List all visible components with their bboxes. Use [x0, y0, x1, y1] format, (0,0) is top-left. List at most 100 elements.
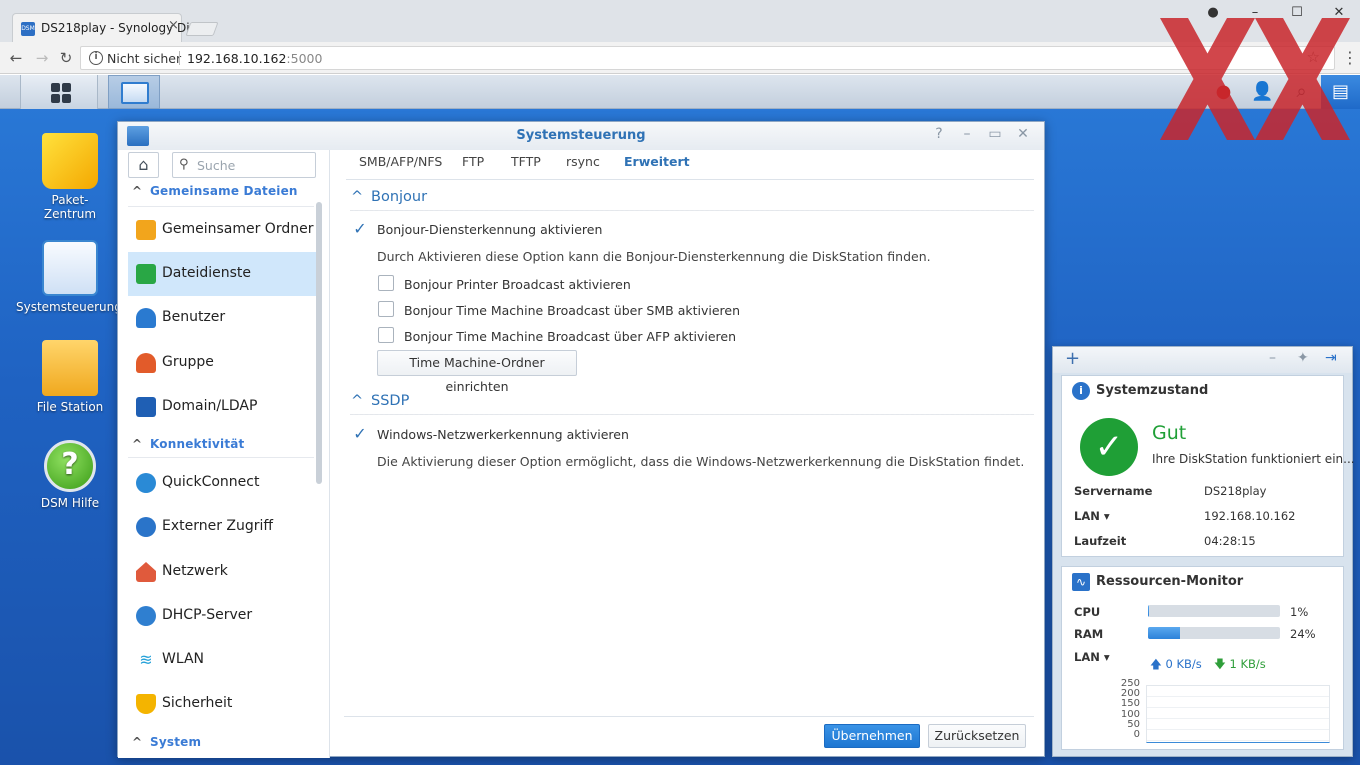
- window-titlebar[interactable]: Systemsteuerung ? – ▭ ✕: [118, 122, 1044, 150]
- ssdp-description: Die Aktivierung dieser Option ermöglicht…: [377, 454, 1025, 469]
- bonjour-tm-smb-checkbox[interactable]: [378, 301, 394, 317]
- notification-icon[interactable]: ●: [1204, 75, 1243, 109]
- profile-icon[interactable]: ●: [1192, 0, 1234, 28]
- browser-menu-icon[interactable]: ⋮: [1342, 48, 1358, 67]
- info-icon[interactable]: i: [89, 51, 103, 65]
- ram-bar: [1148, 627, 1280, 639]
- close-icon[interactable]: ✕: [1012, 126, 1034, 142]
- sidebar-item-externer-zugriff[interactable]: Externer Zugriff: [128, 505, 316, 549]
- minimize-icon[interactable]: –: [1234, 0, 1276, 28]
- sidebar-item-dhcp-server[interactable]: DHCP-Server: [128, 594, 316, 638]
- maximize-icon[interactable]: ☐: [1276, 0, 1318, 28]
- ram-percent: 24%: [1290, 627, 1316, 641]
- sidebar-item-gruppe[interactable]: Gruppe: [128, 341, 316, 385]
- ssdp-enable-label[interactable]: Windows-Netzwerkerkennung aktivieren: [377, 427, 629, 442]
- tab-tftp[interactable]: TFTP: [511, 154, 541, 169]
- app-grid-icon: [51, 83, 71, 103]
- bonjour-tm-afp-label[interactable]: Bonjour Time Machine Broadcast über AFP …: [404, 329, 736, 344]
- section-header-files[interactable]: ^ Gemeinsame Dateien: [132, 184, 298, 198]
- desktop-icon-paket-zentrum[interactable]: Paket- Zentrum: [20, 133, 120, 221]
- search-icon[interactable]: ⌕: [1282, 75, 1321, 109]
- group-header-ssdp[interactable]: ^ SSDP: [351, 393, 409, 409]
- group-title: SSDP: [371, 393, 410, 409]
- section-label: System: [150, 735, 202, 749]
- desktop-icon-systemsteuerung[interactable]: Systemsteuerung: [16, 240, 122, 314]
- time-machine-folder-button[interactable]: Time Machine-Ordner einrichten: [377, 350, 577, 394]
- pin-icon[interactable]: ✦: [1297, 350, 1309, 366]
- section-header-system[interactable]: ^ System: [132, 735, 201, 749]
- sidebar-item-netzwerk[interactable]: Netzwerk: [128, 550, 316, 594]
- ssdp-enable-checkbox[interactable]: ✓: [352, 426, 368, 442]
- sidebar-item-gemeinsamer-ordner[interactable]: Gemeinsamer Ordner: [128, 208, 316, 252]
- widget-title: Ressourcen-Monitor: [1096, 574, 1244, 589]
- tab-close-icon[interactable]: ×: [168, 18, 179, 33]
- sidebar-item-sicherheit[interactable]: Sicherheit: [128, 682, 316, 726]
- sidebar-scrollbar[interactable]: [316, 202, 322, 484]
- home-icon[interactable]: ⌂: [128, 152, 159, 178]
- sidebar-item-dateidienste[interactable]: Dateidienste: [128, 252, 316, 296]
- ram-bar-fill: [1148, 627, 1180, 639]
- new-tab-button[interactable]: [185, 22, 219, 36]
- info-value: 04:28:15: [1204, 534, 1256, 548]
- globe-icon: [136, 517, 156, 537]
- tab-ftp[interactable]: FTP: [462, 154, 484, 169]
- browser-tab-strip: DSM DS218play - Synology Di × ● – ☐ ✕: [0, 0, 1360, 42]
- url-text[interactable]: 192.168.10.162:5000: [187, 51, 322, 66]
- main-menu-button[interactable]: [20, 75, 98, 109]
- cpu-label: CPU: [1074, 605, 1101, 619]
- sidebar-item-label: Benutzer: [162, 309, 226, 325]
- security-status[interactable]: Nicht sicher: [107, 51, 181, 66]
- section-header-connectivity[interactable]: ^ Konnektivität: [132, 437, 245, 451]
- reload-icon[interactable]: ↻: [56, 48, 76, 68]
- browser-tab[interactable]: DSM DS218play - Synology Di ×: [12, 13, 190, 42]
- widget-panel: + – ✦ ⇥ i Systemzustand ✓ Gut Ihre DiskS…: [1052, 346, 1355, 757]
- group-header-bonjour[interactable]: ^ Bonjour: [351, 189, 427, 205]
- tab-rsync[interactable]: rsync: [566, 154, 600, 169]
- system-health-widget: i Systemzustand ✓ Gut Ihre DiskStation f…: [1061, 375, 1355, 557]
- user-icon[interactable]: 👤: [1243, 75, 1282, 109]
- close-icon[interactable]: ✕: [1318, 0, 1360, 28]
- sidebar-item-label: DHCP-Server: [162, 607, 253, 623]
- maximize-icon[interactable]: ▭: [984, 126, 1006, 142]
- minimize-icon[interactable]: –: [1269, 350, 1276, 366]
- desktop-icon-file-station[interactable]: File Station: [20, 340, 120, 414]
- taskbar-control-panel-button[interactable]: [108, 75, 160, 109]
- collapse-panel-icon[interactable]: ⇥: [1325, 350, 1337, 366]
- bonjour-enable-checkbox[interactable]: ✓: [352, 221, 368, 237]
- help-icon: ?: [44, 440, 96, 492]
- cpu-bar: [1148, 605, 1280, 617]
- sidebar-item-domain-ldap[interactable]: Domain/LDAP: [128, 385, 316, 429]
- reset-button[interactable]: Zurücksetzen: [928, 724, 1026, 748]
- address-bar-row: ← → ↻ i Nicht sicher 192.168.10.162:5000…: [0, 42, 1360, 74]
- bonjour-enable-label[interactable]: Bonjour-Diensterkennung aktivieren: [377, 222, 602, 237]
- tab-smb-afp-nfs[interactable]: SMB/AFP/NFS: [359, 154, 442, 169]
- add-widget-icon[interactable]: +: [1065, 348, 1080, 369]
- bonjour-tm-smb-label[interactable]: Bonjour Time Machine Broadcast über SMB …: [404, 303, 740, 318]
- desktop-icon-dsm-hilfe[interactable]: ? DSM Hilfe: [20, 440, 120, 510]
- bonjour-printer-checkbox[interactable]: [378, 275, 394, 291]
- info-key: Servername: [1074, 484, 1153, 498]
- sidebar-item-quickconnect[interactable]: QuickConnect: [128, 461, 316, 505]
- search-input[interactable]: ⚲ Suche: [172, 152, 316, 178]
- apply-button[interactable]: Übernehmen: [824, 724, 920, 748]
- cpu-bar-fill: [1148, 605, 1150, 617]
- lan-dropdown[interactable]: LAN ▾: [1074, 650, 1110, 664]
- dsm-favicon-icon: DSM: [21, 22, 35, 36]
- network-graph: [1146, 685, 1330, 743]
- bookmark-star-icon[interactable]: ☆: [1307, 48, 1320, 66]
- forward-icon[interactable]: →: [32, 48, 52, 68]
- omnibox[interactable]: i Nicht sicher 192.168.10.162:5000 ☆: [80, 46, 1335, 70]
- back-icon[interactable]: ←: [6, 48, 26, 68]
- lan-dropdown[interactable]: LAN ▾: [1074, 509, 1110, 523]
- bonjour-printer-label[interactable]: Bonjour Printer Broadcast aktivieren: [404, 277, 631, 292]
- minimize-icon[interactable]: –: [956, 126, 978, 142]
- search-placeholder: Suche: [197, 158, 236, 173]
- widgets-icon[interactable]: ▤: [1321, 75, 1360, 109]
- network-house-icon: [136, 562, 156, 582]
- desktop-icon-label: Systemsteuerung: [16, 300, 122, 314]
- bonjour-tm-afp-checkbox[interactable]: [378, 327, 394, 343]
- tab-erweitert[interactable]: Erweitert: [624, 154, 690, 169]
- sidebar-item-benutzer[interactable]: Benutzer: [128, 296, 316, 340]
- sidebar-item-wlan[interactable]: ≋ WLAN: [128, 638, 316, 682]
- help-icon[interactable]: ?: [928, 126, 950, 142]
